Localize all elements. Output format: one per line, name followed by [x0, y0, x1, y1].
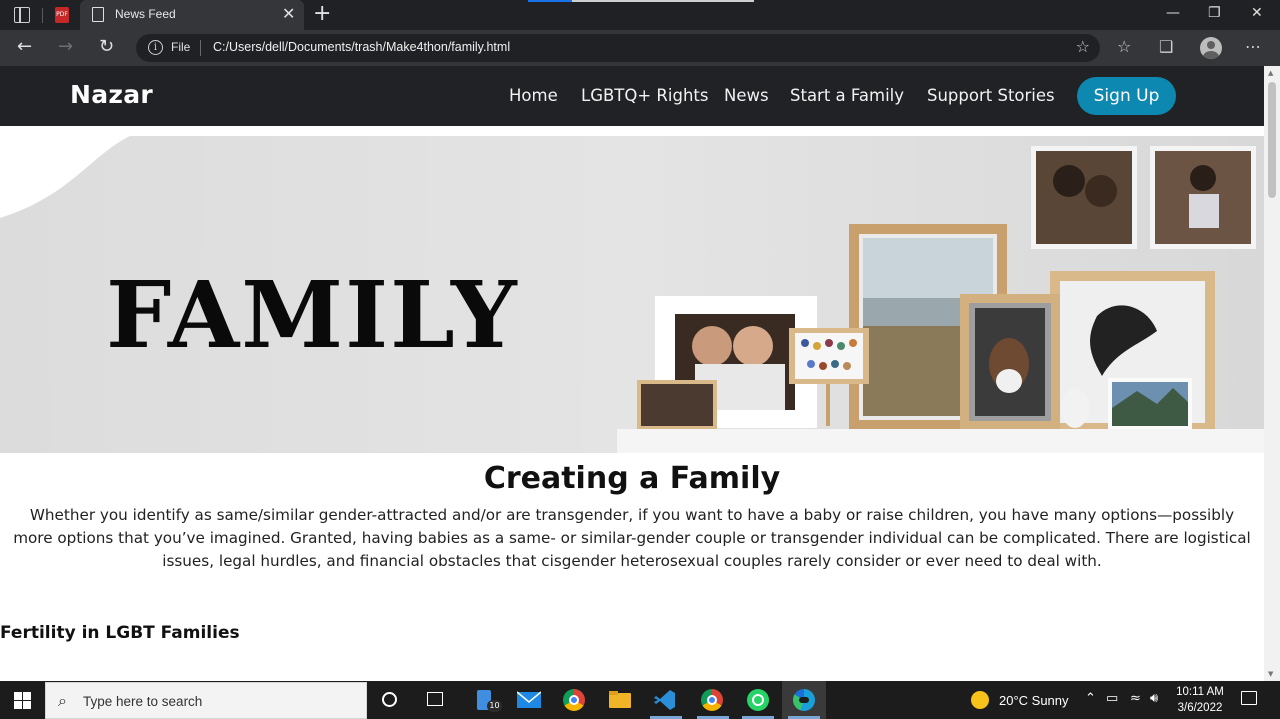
- chrome-profile-icon[interactable]: [700, 688, 724, 712]
- section-title: Creating a Family: [483, 461, 781, 496]
- photo-frames-illustration: [637, 146, 1256, 433]
- nav-home[interactable]: Home: [509, 86, 558, 105]
- wifi-icon[interactable]: ≈: [1130, 691, 1141, 706]
- add-favorite-icon[interactable]: ☆: [1076, 37, 1090, 56]
- taskbar-clock[interactable]: 10:11 AM 3/6/2022: [1170, 684, 1230, 716]
- nav-links: Home LGBTQ+ Rights News Start a Family S…: [0, 86, 1264, 108]
- subsection-title: Fertility in LGBT Families: [0, 623, 240, 643]
- new-tab-icon[interactable]: +: [313, 3, 331, 25]
- edge-icon[interactable]: [792, 688, 816, 712]
- scroll-up-icon[interactable]: ▲: [1268, 69, 1273, 77]
- phone-link-icon[interactable]: 10: [475, 688, 502, 712]
- back-icon[interactable]: ←: [17, 37, 32, 57]
- browser-tab-bar: PDF News Feed ✕ + — ❐ ✕: [0, 0, 1280, 30]
- search-icon: ⌕: [58, 691, 67, 710]
- page-viewport: Nazar Home LGBTQ+ Rights News Start a Fa…: [0, 66, 1280, 681]
- tab-title: News Feed: [115, 7, 176, 21]
- weather-text[interactable]: 20°C Sunny: [999, 693, 1069, 708]
- url-text[interactable]: C:/Users/dell/Documents/trash/Make4thon/…: [213, 40, 510, 54]
- intro-paragraph: Whether you identify as same/similar gen…: [13, 506, 1251, 570]
- battery-icon[interactable]: ▭: [1106, 691, 1118, 706]
- address-prefix: File: [171, 40, 191, 54]
- search-placeholder: Type here to search: [83, 694, 203, 709]
- tab-news-feed[interactable]: News Feed ✕: [80, 0, 304, 30]
- notifications-icon[interactable]: [1241, 691, 1257, 705]
- site-navbar: Nazar Home LGBTQ+ Rights News Start a Fa…: [0, 66, 1264, 126]
- weather-sun-icon[interactable]: [971, 691, 989, 709]
- badge-count: 10: [487, 700, 502, 712]
- vscode-icon[interactable]: [653, 688, 677, 712]
- pdf-tab-icon[interactable]: PDF: [55, 7, 69, 23]
- nav-support-stories[interactable]: Support Stories: [927, 86, 1055, 105]
- restore-icon[interactable]: ❐: [1208, 5, 1221, 21]
- nav-start-a-family[interactable]: Start a Family: [790, 86, 904, 105]
- windows-taskbar: ⌕ Type here to search 10 20°C Sunny ⌃ ▭ …: [0, 681, 1280, 719]
- nav-news[interactable]: News: [724, 86, 769, 105]
- address-bar[interactable]: i File C:/Users/dell/Documents/trash/Mak…: [136, 34, 1100, 62]
- refresh-icon[interactable]: ↻: [99, 37, 114, 57]
- page-scrollbar[interactable]: ▲ ▼: [1264, 66, 1280, 681]
- document-icon: [92, 7, 104, 22]
- tabbar-divider: [42, 8, 43, 23]
- close-window-icon[interactable]: ✕: [1251, 5, 1263, 21]
- task-view-icon[interactable]: [427, 692, 443, 706]
- hero-banner: FAMILY: [0, 136, 1264, 453]
- scroll-down-icon[interactable]: ▼: [1268, 670, 1273, 678]
- sign-up-button[interactable]: Sign Up: [1077, 77, 1176, 115]
- file-explorer-icon[interactable]: [608, 688, 632, 712]
- loading-indicator: [528, 0, 572, 2]
- forward-icon[interactable]: →: [58, 37, 73, 57]
- nav-lgbtq-rights[interactable]: LGBTQ+ Rights: [581, 86, 708, 105]
- info-icon[interactable]: i: [148, 40, 163, 55]
- more-menu-icon[interactable]: ⋯: [1245, 38, 1261, 56]
- clock-time: 10:11 AM: [1176, 686, 1224, 698]
- windows-start-icon[interactable]: [14, 692, 31, 709]
- collections-icon[interactable]: ❑: [1159, 38, 1173, 56]
- chrome-icon[interactable]: [562, 688, 586, 712]
- window-drag-area: [572, 0, 754, 2]
- mail-icon[interactable]: [517, 688, 541, 712]
- scrollbar-thumb[interactable]: [1268, 82, 1276, 198]
- browser-toolbar: ← → ↻ i File C:/Users/dell/Documents/tra…: [0, 30, 1280, 66]
- hero-shelf: [617, 429, 1264, 453]
- clock-date: 3/6/2022: [1177, 702, 1223, 714]
- hero-heading: FAMILY: [106, 261, 519, 369]
- close-tab-icon[interactable]: ✕: [282, 6, 295, 22]
- address-divider: [200, 40, 201, 56]
- tab-actions-icon[interactable]: [14, 7, 30, 23]
- volume-icon[interactable]: 🔊︎: [1150, 691, 1158, 706]
- cortana-icon[interactable]: [382, 692, 397, 707]
- profile-avatar[interactable]: [1200, 37, 1222, 59]
- taskbar-search[interactable]: ⌕ Type here to search: [45, 682, 367, 719]
- whatsapp-icon[interactable]: [746, 688, 770, 712]
- show-hidden-icons-icon[interactable]: ⌃: [1085, 691, 1096, 706]
- favorites-icon[interactable]: ☆: [1117, 38, 1131, 56]
- minimize-icon[interactable]: —: [1166, 5, 1180, 21]
